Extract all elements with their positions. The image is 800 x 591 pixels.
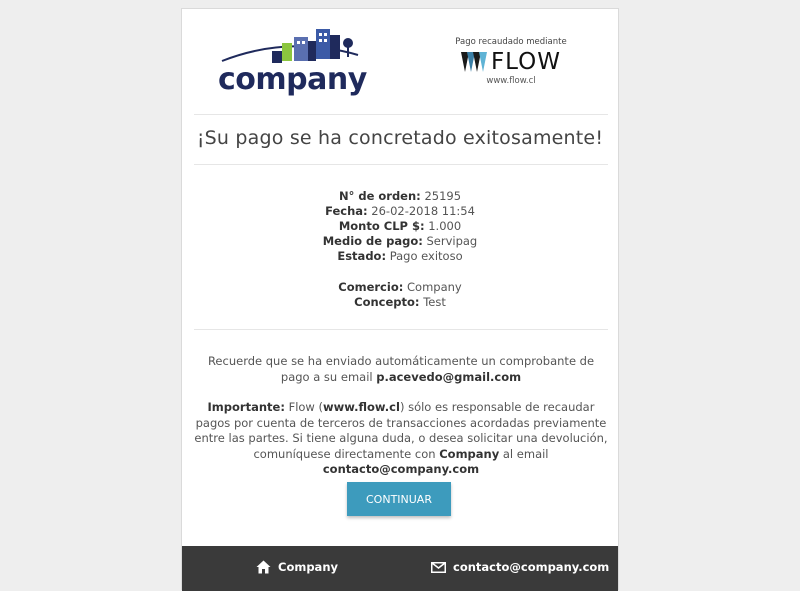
detail-label: N° de orden — [338, 189, 417, 203]
divider — [194, 164, 608, 165]
receipt-notice: Recuerde que se ha enviado automáticamen… — [207, 354, 595, 384]
detail-label: Concepto — [354, 295, 415, 309]
detail-value: 1.000 — [428, 219, 462, 233]
detail-value: Company — [407, 280, 462, 294]
footer-company[interactable]: Company — [256, 560, 338, 574]
customer-email: p.acevedo@gmail.com — [376, 369, 522, 384]
flow-logo: Pago recaudado mediante FLOW www.flow.cl — [450, 37, 572, 86]
footer-email[interactable]: contacto@company.com — [431, 560, 609, 574]
detail-concept: Concepto: Test — [354, 295, 446, 309]
flow-link[interactable]: www.flow.cl — [323, 400, 400, 414]
flow-wordmark: FLOW — [490, 49, 562, 75]
page-title: ¡Su pago se ha concretado exitosamente! — [196, 127, 604, 149]
detail-label: Estado — [337, 249, 382, 263]
detail-amount: Monto CLP $: 1.000 — [338, 219, 462, 233]
footer-company-label: Company — [278, 560, 338, 574]
notes: Recuerde que se ha enviado automáticamen… — [192, 354, 610, 493]
detail-order-number: N° de orden: 25195 — [338, 189, 462, 203]
footer: Company contacto@company.com — [182, 546, 618, 591]
important-notice: Importante: Flow (www.flow.cl) sólo es r… — [194, 400, 608, 476]
detail-label: Comercio — [338, 280, 399, 294]
detail-value: Test — [423, 295, 446, 309]
detail-value: Servipag — [426, 234, 478, 248]
detail-label: Medio de pago — [322, 234, 419, 248]
detail-label: Monto CLP $ — [338, 219, 420, 233]
header: company Pago recaudado mediante FLOW www… — [182, 9, 618, 114]
flow-url: www.flow.cl — [486, 76, 536, 86]
divider — [194, 114, 608, 115]
detail-status: Estado: Pago exitoso — [337, 249, 463, 263]
mail-icon — [431, 561, 446, 573]
company-logo: company — [218, 21, 367, 101]
footer-email-label: contacto@company.com — [453, 560, 610, 574]
home-icon — [256, 560, 271, 574]
company-wordmark: company — [218, 62, 367, 97]
payment-card: company Pago recaudado mediante FLOW www… — [181, 8, 619, 591]
important-label: Importante: — [207, 400, 285, 414]
detail-value: 26-02-2018 11:54 — [371, 204, 475, 218]
company-name: Company — [439, 446, 500, 461]
detail-value: Pago exitoso — [389, 249, 463, 263]
order-details: N° de orden: 25195 Fecha: 26-02-2018 11:… — [182, 189, 618, 310]
detail-date: Fecha: 26-02-2018 11:54 — [325, 204, 475, 218]
detail-merchant: Comercio: Company — [338, 280, 462, 294]
buildings-icon — [221, 29, 359, 63]
detail-label: Fecha — [325, 204, 364, 218]
detail-payment-method: Medio de pago: Servipag — [322, 234, 478, 248]
flow-brand: FLOW — [450, 49, 572, 75]
detail-value: 25195 — [424, 189, 462, 203]
continue-button[interactable]: CONTINUAR — [347, 482, 451, 516]
contact-email[interactable]: contacto@company.com — [323, 462, 479, 476]
divider — [194, 329, 608, 330]
flow-caption: Pago recaudado mediante — [455, 37, 567, 47]
flow-mark-icon — [460, 52, 487, 72]
